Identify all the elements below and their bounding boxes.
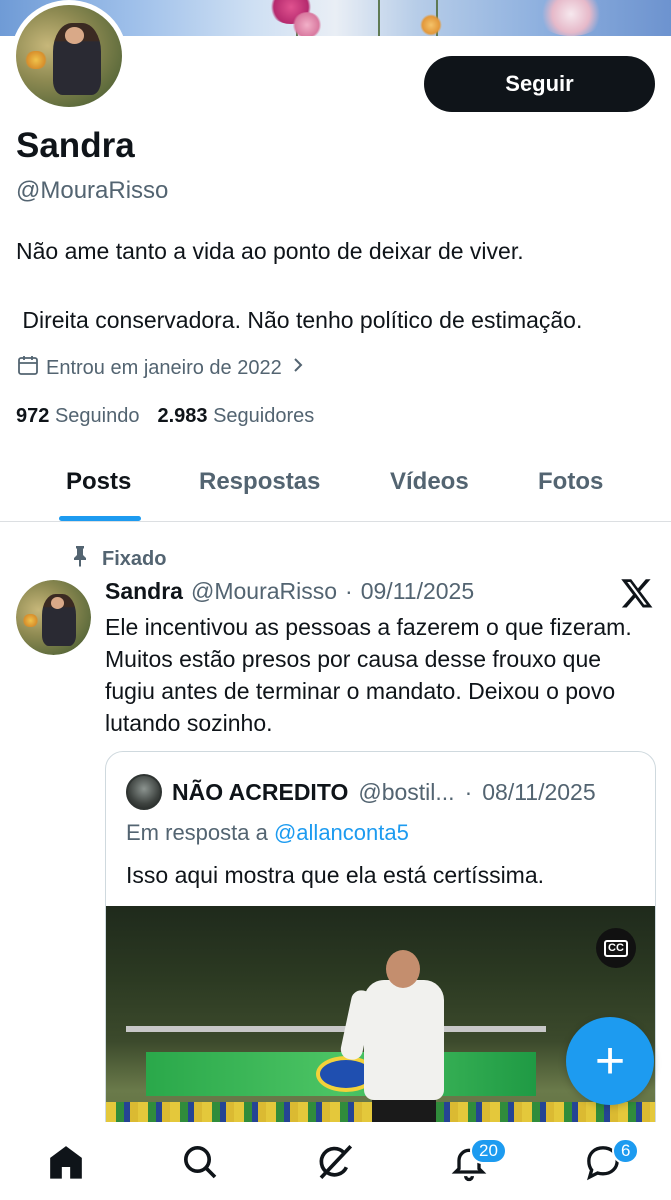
tab-posts[interactable]: Posts bbox=[66, 468, 131, 496]
post-header: Sandra @MouraRisso · 09/11/2025 bbox=[105, 578, 474, 605]
banner-decoration bbox=[536, 0, 606, 36]
tab-respostas[interactable]: Respostas bbox=[199, 468, 320, 496]
banner-decoration bbox=[378, 0, 380, 36]
tab-videos[interactable]: Vídeos bbox=[390, 468, 469, 496]
followers-count: 2.983 bbox=[157, 405, 208, 427]
joined-label: Entrou em janeiro de 2022 bbox=[46, 356, 282, 379]
nav-grok[interactable] bbox=[313, 1142, 357, 1186]
calendar-icon bbox=[16, 353, 40, 383]
followers-label: Seguidores bbox=[213, 405, 315, 427]
quoted-author-avatar[interactable] bbox=[126, 774, 162, 810]
pinned-label-row: Fixado bbox=[70, 545, 166, 573]
quoted-separator: · bbox=[464, 778, 473, 805]
messages-badge: 6 bbox=[612, 1138, 640, 1164]
chevron-right-icon bbox=[288, 355, 308, 381]
x-logo-icon bbox=[620, 576, 654, 610]
notifications-badge: 20 bbox=[470, 1138, 507, 1164]
pinned-label: Fixado bbox=[102, 547, 167, 570]
post-text: Ele incentivou as pessoas a fazerem o qu… bbox=[105, 614, 632, 736]
followers-link[interactable]: 2.983 Seguidores bbox=[157, 405, 314, 428]
profile-handle: @MouraRisso bbox=[16, 177, 169, 204]
follow-button[interactable]: Seguir bbox=[424, 56, 655, 112]
following-link[interactable]: 972 Seguindo bbox=[16, 405, 139, 428]
quoted-reply-context: Em resposta a @allanconta5 bbox=[126, 820, 409, 846]
banner-decoration bbox=[420, 14, 442, 36]
closed-captions-icon[interactable]: CC bbox=[596, 928, 636, 968]
profile-avatar[interactable] bbox=[11, 0, 127, 112]
post-author-handle[interactable]: @MouraRisso bbox=[191, 578, 337, 605]
quoted-date[interactable]: 08/11/2025 bbox=[482, 779, 595, 806]
following-count: 972 bbox=[16, 405, 50, 427]
post-separator: · bbox=[345, 578, 353, 604]
active-tab-indicator bbox=[59, 516, 141, 521]
compose-button[interactable]: + bbox=[566, 1017, 654, 1105]
following-label: Seguindo bbox=[54, 405, 140, 427]
profile-tabs: Posts Respostas Vídeos Fotos bbox=[0, 450, 671, 522]
profile-bio-line1: Não ame tanto a vida ao ponto de deixar … bbox=[16, 238, 524, 264]
grok-icon bbox=[314, 1141, 356, 1188]
quoted-video[interactable]: CC bbox=[106, 906, 655, 1150]
tab-fotos[interactable]: Fotos bbox=[538, 468, 603, 496]
profile-name: Sandra bbox=[16, 126, 135, 165]
nav-search[interactable] bbox=[178, 1142, 222, 1186]
plus-icon: + bbox=[594, 1032, 626, 1090]
nav-home[interactable] bbox=[44, 1142, 88, 1186]
cc-label: CC bbox=[604, 939, 628, 957]
quoted-author-handle[interactable]: @bostil... bbox=[358, 779, 454, 806]
post-date[interactable]: 09/11/2025 bbox=[361, 578, 474, 605]
reply-to-link[interactable]: @allanconta5 bbox=[274, 820, 409, 845]
joined-date[interactable]: Entrou em janeiro de 2022 bbox=[16, 353, 308, 383]
pin-icon bbox=[70, 545, 90, 573]
home-icon bbox=[46, 1142, 86, 1187]
profile-bio-line2: Direita conservadora. Não tenho político… bbox=[16, 307, 583, 333]
quoted-post-header: NÃO ACREDITO @bostil... · 08/11/2025 bbox=[126, 774, 596, 810]
quoted-author-name[interactable]: NÃO ACREDITO bbox=[172, 779, 348, 806]
post-author-avatar-image bbox=[16, 580, 91, 655]
video-scene bbox=[338, 950, 462, 1150]
video-scene bbox=[126, 1026, 546, 1032]
post-author-avatar[interactable] bbox=[16, 580, 91, 655]
search-icon bbox=[180, 1142, 220, 1187]
reply-prefix: Em resposta a bbox=[126, 820, 268, 845]
post-author-name[interactable]: Sandra bbox=[105, 578, 183, 605]
profile-avatar-image bbox=[16, 5, 122, 107]
quoted-post[interactable]: NÃO ACREDITO @bostil... · 08/11/2025 Em … bbox=[105, 751, 656, 1151]
quoted-text: Isso aqui mostra que ela está certíssima… bbox=[126, 862, 545, 888]
follow-stats: 972 Seguindo 2.983 Seguidores bbox=[16, 405, 314, 428]
bottom-navigation: 20 6 bbox=[0, 1122, 671, 1200]
banner-decoration bbox=[292, 12, 322, 36]
